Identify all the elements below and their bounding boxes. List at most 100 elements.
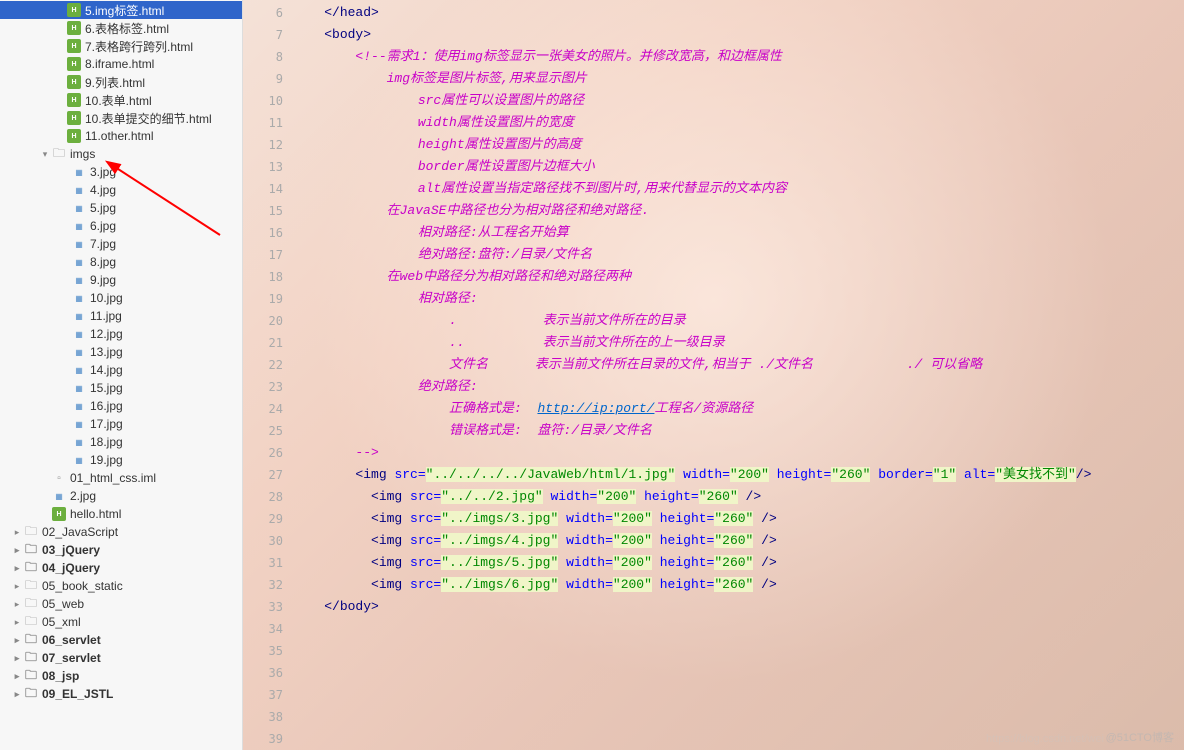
tree-item-label: 11.jpg	[90, 309, 122, 323]
line-number: 22	[243, 354, 283, 376]
tree-item-label: 01_html_css.iml	[70, 471, 156, 485]
tree-folder-item[interactable]: ▸🗀03_jQuery	[0, 541, 242, 559]
image-file-icon: ▦	[72, 345, 86, 359]
tree-item-label: 04_jQuery	[42, 561, 100, 575]
tree-folder-item[interactable]: ▸🗀05_book_static	[0, 577, 242, 595]
tree-file-item[interactable]: Hhello.html	[0, 505, 242, 523]
folder-icon: 🗀	[24, 543, 38, 557]
image-file-icon: ▦	[72, 381, 86, 395]
image-file-icon: ▦	[72, 183, 86, 197]
folder-icon: 🗀	[24, 615, 38, 629]
tree-folder-item[interactable]: ▸🗀05_xml	[0, 613, 242, 631]
tree-item-label: 17.jpg	[90, 417, 123, 431]
tree-file-item[interactable]: ▦17.jpg	[0, 415, 242, 433]
line-number: 29	[243, 508, 283, 530]
tree-file-item[interactable]: H 7.表格跨行跨列.html	[0, 37, 242, 55]
tree-item-label: 12.jpg	[90, 327, 123, 341]
tree-file-item[interactable]: ▦ 4.jpg	[0, 181, 242, 199]
tree-item-label: 07_servlet	[42, 651, 101, 665]
code-line: <img src="../imgs/6.jpg" width="200" hei…	[293, 574, 1184, 596]
tree-folder-item[interactable]: ▸🗀08_jsp	[0, 667, 242, 685]
chevron-right-icon: ▸	[10, 617, 24, 628]
code-line: <img src="../imgs/3.jpg" width="200" hei…	[293, 508, 1184, 530]
line-gutter: 6789101112131415161718192021222324252627…	[243, 0, 293, 750]
line-number: 25	[243, 420, 283, 442]
tree-item-label: 8.iframe.html	[85, 57, 154, 71]
chevron-right-icon: ▸	[10, 689, 24, 700]
chevron-right-icon: ▸	[10, 599, 24, 610]
tree-file-item[interactable]: ▦18.jpg	[0, 433, 242, 451]
code-line: 在JavaSE中路径也分为相对路径和绝对路径.	[293, 200, 1184, 222]
tree-file-item[interactable]: ▦12.jpg	[0, 325, 242, 343]
tree-item-label: 8.jpg	[90, 255, 116, 269]
html-file-icon: H	[67, 75, 81, 89]
code-line: .. 表示当前文件所在的上一级目录	[293, 332, 1184, 354]
line-number: 21	[243, 332, 283, 354]
tree-folder-item[interactable]: ▸🗀06_servlet	[0, 631, 242, 649]
tree-file-item[interactable]: ▦10.jpg	[0, 289, 242, 307]
tree-item-label: 7.表格跨行跨列.html	[85, 38, 193, 55]
chevron-right-icon: ▸	[10, 563, 24, 574]
tree-file-item[interactable]: H10.表单提交的细节.html	[0, 109, 242, 127]
tree-file-item[interactable]: ▦9.jpg	[0, 271, 242, 289]
tree-file-item[interactable]: H6.表格标签.html	[0, 19, 242, 37]
line-number: 11	[243, 112, 283, 134]
tree-file-item[interactable]: ▦15.jpg	[0, 379, 242, 397]
image-file-icon: ▦	[72, 363, 86, 377]
html-file-icon: H	[67, 111, 81, 125]
tree-item-label: 09_EL_JSTL	[42, 687, 113, 701]
code-line: 文件名 表示当前文件所在目录的文件,相当于 ./文件名 ./ 可以省略	[293, 354, 1184, 376]
tree-folder-item[interactable]: ▸🗀04_jQuery	[0, 559, 242, 577]
code-content[interactable]: </head> <body> <!--需求1：使用img标签显示一张美女的照片。…	[293, 0, 1184, 750]
tree-item-label: 02_JavaScript	[42, 525, 118, 539]
tree-folder-item[interactable]: ▸🗀07_servlet	[0, 649, 242, 667]
tree-item-label: 06_servlet	[42, 633, 101, 647]
tree-folder-item[interactable]: ▸🗀05_web	[0, 595, 242, 613]
tree-file-item[interactable]: H11.other.html	[0, 127, 242, 145]
code-line: -->	[293, 442, 1184, 464]
tree-file-item[interactable]: ▦16.jpg	[0, 397, 242, 415]
line-number: 36	[243, 662, 283, 684]
code-editor[interactable]: 6789101112131415161718192021222324252627…	[243, 0, 1184, 750]
code-line: 绝对路径:盘符:/目录/文件名	[293, 244, 1184, 266]
tree-file-item[interactable]: ▦ 8.jpg	[0, 253, 242, 271]
line-number: 23	[243, 376, 283, 398]
folder-icon: 🗀	[52, 147, 66, 161]
tree-file-item[interactable]: ▦13.jpg	[0, 343, 242, 361]
html-file-icon: H	[67, 39, 81, 53]
tree-folder-imgs[interactable]: ▾🗀imgs	[0, 145, 242, 163]
tree-file-item[interactable]: ▫01_html_css.iml	[0, 469, 242, 487]
tree-item-label: 16.jpg	[90, 399, 123, 413]
line-number: 15	[243, 200, 283, 222]
tree-file-item[interactable]: H8.iframe.html	[0, 55, 242, 73]
image-file-icon: ▦	[72, 219, 86, 233]
tree-file-item[interactable]: ▦14.jpg	[0, 361, 242, 379]
folder-icon: 🗀	[24, 651, 38, 665]
tree-file-item[interactable]: H 5.img标签.html	[0, 1, 242, 19]
tree-item-label: 5.img标签.html	[85, 2, 164, 19]
tree-folder-item[interactable]: ▸🗀09_EL_JSTL	[0, 685, 242, 703]
tree-file-item[interactable]: ▦ 11.jpg	[0, 307, 242, 325]
code-line: 错误格式是: 盘符:/目录/文件名	[293, 420, 1184, 442]
tree-file-item[interactable]: ▦6.jpg	[0, 217, 242, 235]
tree-file-item[interactable]: ▦3.jpg	[0, 163, 242, 181]
tree-item-label: 19.jpg	[90, 453, 123, 467]
tree-item-label: hello.html	[70, 507, 121, 521]
tree-file-item[interactable]: ▦5.jpg	[0, 199, 242, 217]
image-file-icon: ▦	[72, 255, 86, 269]
tree-folder-item[interactable]: ▸🗀02_JavaScript	[0, 523, 242, 541]
tree-file-item[interactable]: H9.列表.html	[0, 73, 242, 91]
html-file-icon: H	[67, 3, 81, 17]
folder-icon: 🗀	[24, 597, 38, 611]
tree-file-item[interactable]: ▦19.jpg	[0, 451, 242, 469]
tree-item-label: 18.jpg	[90, 435, 123, 449]
tree-file-item[interactable]: H10.表单.html	[0, 91, 242, 109]
tree-file-item[interactable]: ▦2.jpg	[0, 487, 242, 505]
line-number: 20	[243, 310, 283, 332]
tree-item-label: 4.jpg	[90, 183, 116, 197]
file-tree-sidebar[interactable]: H5.img标签.htmlH6.表格标签.htmlH7.表格跨行跨列.htmlH…	[0, 0, 243, 750]
image-file-icon: ▦	[72, 309, 86, 323]
tree-file-item[interactable]: ▦7.jpg	[0, 235, 242, 253]
image-file-icon: ▦	[72, 165, 86, 179]
tree-item-label: 11.other.html	[85, 129, 153, 143]
